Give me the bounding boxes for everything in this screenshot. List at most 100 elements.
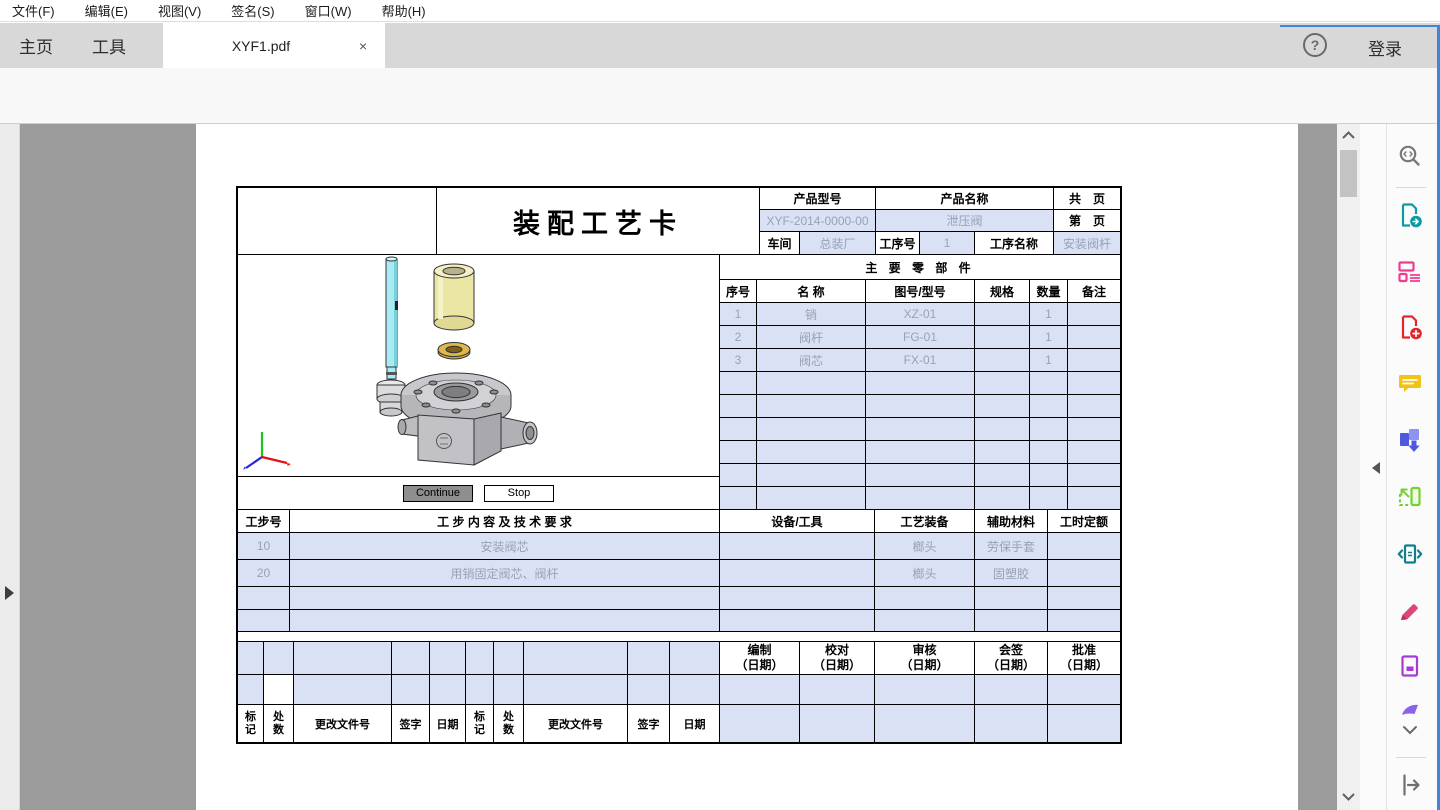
part-name-field[interactable]: [757, 487, 866, 510]
part-no-field[interactable]: 2: [720, 326, 757, 349]
fill-sign-button[interactable]: [1394, 595, 1426, 627]
step-tooling-field[interactable]: [875, 610, 975, 632]
expand-tools-panel-button[interactable]: [1394, 769, 1426, 801]
tab-document[interactable]: XYF1.pdf ×: [163, 23, 385, 68]
crop-pages-button[interactable]: [1394, 481, 1426, 513]
revision-field[interactable]: [494, 675, 524, 705]
approved-field[interactable]: [1048, 705, 1120, 742]
part-name-field[interactable]: [757, 464, 866, 487]
part-qty-field[interactable]: [1030, 441, 1068, 464]
revision-field[interactable]: [238, 642, 264, 675]
part-name-field[interactable]: 销: [757, 303, 866, 326]
workshop-field[interactable]: 总装厂: [800, 232, 876, 255]
part-qty-field[interactable]: [1030, 395, 1068, 418]
tab-home[interactable]: 主页: [8, 23, 64, 68]
part-drawing-field[interactable]: [866, 441, 975, 464]
tab-tools[interactable]: 工具: [81, 23, 137, 68]
step-no-field[interactable]: 10: [238, 533, 290, 560]
revision-field[interactable]: [670, 642, 720, 675]
continue-button[interactable]: Continue: [403, 485, 473, 502]
part-no-field[interactable]: 1: [720, 303, 757, 326]
part-qty-field[interactable]: [1030, 487, 1068, 510]
revision-field[interactable]: [294, 642, 392, 675]
part-name-field[interactable]: 阀芯: [757, 349, 866, 372]
collapse-panel-icon[interactable]: [1366, 462, 1380, 474]
scroll-up-icon[interactable]: [1341, 130, 1356, 140]
step-quota-field[interactable]: [1048, 560, 1120, 587]
part-drawing-field[interactable]: XZ-01: [866, 303, 975, 326]
step-material-field[interactable]: [975, 610, 1048, 632]
step-equipment-field[interactable]: [720, 587, 875, 610]
part-spec-field[interactable]: [975, 372, 1030, 395]
step-tooling-field[interactable]: [875, 587, 975, 610]
part-remark-field[interactable]: [1068, 349, 1120, 372]
product-name-field[interactable]: 泄压阀: [876, 210, 1054, 232]
revision-field[interactable]: [238, 675, 264, 705]
sign-in-button[interactable]: 登录: [1368, 35, 1402, 60]
step-material-field[interactable]: 固塑胶: [975, 560, 1048, 587]
part-no-field[interactable]: [720, 372, 757, 395]
approved-field[interactable]: [1048, 675, 1120, 705]
vertical-scrollbar[interactable]: [1337, 124, 1360, 810]
prepared-field[interactable]: [720, 705, 800, 742]
countersigned-field[interactable]: [975, 675, 1048, 705]
part-name-field[interactable]: 阀杆: [757, 326, 866, 349]
part-no-field[interactable]: 3: [720, 349, 757, 372]
revision-field[interactable]: [524, 642, 628, 675]
step-content-field[interactable]: [290, 610, 720, 632]
menu-sign[interactable]: 签名(S): [231, 1, 274, 20]
part-qty-field[interactable]: 1: [1030, 303, 1068, 326]
revision-field[interactable]: [264, 642, 294, 675]
part-no-field[interactable]: [720, 441, 757, 464]
menu-file[interactable]: 文件(F): [12, 1, 55, 20]
step-content-field[interactable]: [290, 587, 720, 610]
part-remark-field[interactable]: [1068, 441, 1120, 464]
menu-window[interactable]: 窗口(W): [305, 1, 352, 20]
part-spec-field[interactable]: [975, 441, 1030, 464]
part-name-field[interactable]: [757, 418, 866, 441]
reviewed-field[interactable]: [875, 705, 975, 742]
close-tab-icon[interactable]: ×: [359, 38, 385, 54]
part-drawing-field[interactable]: [866, 395, 975, 418]
scroll-down-icon[interactable]: [1341, 792, 1356, 802]
step-content-field[interactable]: 用销固定阀芯、阀杆: [290, 560, 720, 587]
part-qty-field[interactable]: [1030, 418, 1068, 441]
scrollbar-thumb[interactable]: [1340, 150, 1357, 197]
revision-field[interactable]: [628, 642, 670, 675]
part-qty-field[interactable]: 1: [1030, 326, 1068, 349]
scroll-tools-down-button[interactable]: [1394, 722, 1426, 738]
step-quota-field[interactable]: [1048, 533, 1120, 560]
part-drawing-field[interactable]: FG-01: [866, 326, 975, 349]
compress-pdf-button[interactable]: [1394, 539, 1426, 571]
step-equipment-field[interactable]: [720, 533, 875, 560]
countersigned-field[interactable]: [975, 705, 1048, 742]
process-no-field[interactable]: 1: [920, 232, 975, 255]
part-remark-field[interactable]: [1068, 326, 1120, 349]
step-equipment-field[interactable]: [720, 610, 875, 632]
combine-files-button[interactable]: [1394, 424, 1426, 456]
part-spec-field[interactable]: [975, 464, 1030, 487]
part-remark-field[interactable]: [1068, 487, 1120, 510]
part-spec-field[interactable]: [975, 326, 1030, 349]
stop-button[interactable]: Stop: [484, 485, 554, 502]
part-name-field[interactable]: [757, 395, 866, 418]
part-spec-field[interactable]: [975, 395, 1030, 418]
menu-edit[interactable]: 编辑(E): [85, 1, 128, 20]
part-drawing-field[interactable]: [866, 372, 975, 395]
step-material-field[interactable]: [975, 587, 1048, 610]
revision-field[interactable]: [294, 675, 392, 705]
protect-pdf-button[interactable]: [1394, 651, 1426, 683]
part-spec-field[interactable]: [975, 349, 1030, 372]
step-tooling-field[interactable]: 榔头: [875, 560, 975, 587]
step-content-field[interactable]: 安装阀芯: [290, 533, 720, 560]
part-remark-field[interactable]: [1068, 464, 1120, 487]
revision-field[interactable]: [466, 642, 494, 675]
part-no-field[interactable]: [720, 464, 757, 487]
menu-view[interactable]: 视图(V): [158, 1, 201, 20]
export-pdf-button[interactable]: [1394, 199, 1426, 231]
revision-field[interactable]: [392, 675, 430, 705]
expand-left-panel-icon[interactable]: [5, 586, 21, 600]
part-no-field[interactable]: [720, 487, 757, 510]
part-spec-field[interactable]: [975, 303, 1030, 326]
part-name-field[interactable]: [757, 441, 866, 464]
